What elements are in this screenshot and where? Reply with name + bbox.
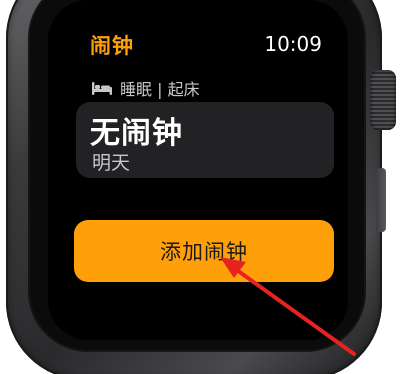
app-title[interactable]: 闹钟 [90, 30, 134, 60]
alarm-card[interactable]: 无闹钟 明天 [76, 102, 334, 178]
screenshot-stage: 闹钟 10:09 睡眠 | 起床 无闹钟 明天 添加闹钟 [0, 0, 400, 374]
add-alarm-label: 添加闹钟 [160, 240, 248, 264]
status-clock: 10:09 [264, 32, 322, 56]
sleep-wake-header: 睡眠 | 起床 [92, 76, 200, 100]
alarm-card-subtitle: 明天 [92, 152, 131, 174]
side-button[interactable] [376, 168, 386, 232]
digital-crown[interactable] [370, 70, 396, 130]
sleep-wake-label: 睡眠 | 起床 [120, 80, 200, 99]
alarm-card-title: 无闹钟 [90, 116, 183, 151]
add-alarm-button[interactable]: 添加闹钟 [74, 220, 334, 282]
watch-screen: 闹钟 10:09 睡眠 | 起床 无闹钟 明天 添加闹钟 [48, 0, 348, 340]
bed-icon [92, 81, 112, 95]
